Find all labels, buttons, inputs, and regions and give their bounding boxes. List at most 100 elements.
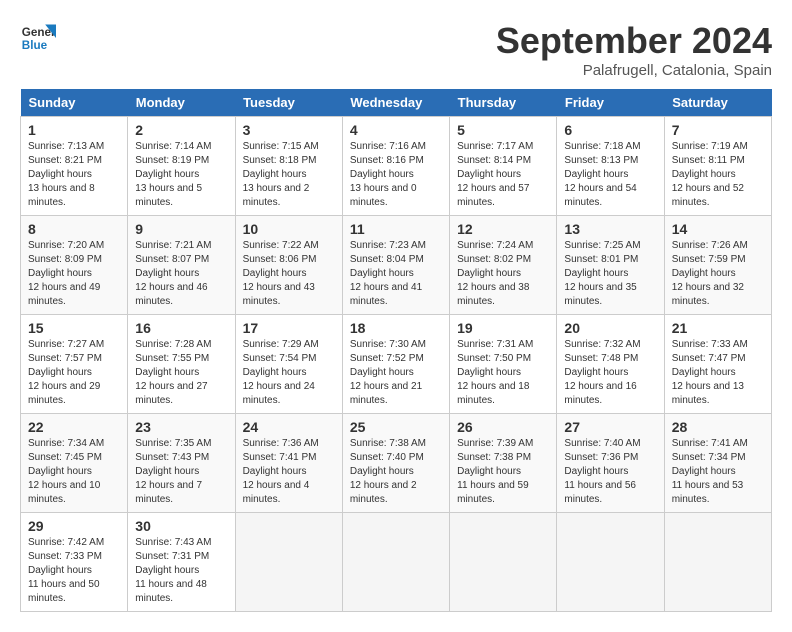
day-number: 20 [564, 320, 656, 336]
day-number: 5 [457, 122, 549, 138]
day-number: 27 [564, 419, 656, 435]
day-number: 30 [135, 518, 227, 534]
calendar-cell: 5 Sunrise: 7:17 AM Sunset: 8:14 PM Dayli… [450, 117, 557, 216]
day-number: 24 [243, 419, 335, 435]
weekday-header-sunday: Sunday [21, 89, 128, 117]
day-number: 14 [672, 221, 764, 237]
day-number: 7 [672, 122, 764, 138]
day-info: Sunrise: 7:33 AM Sunset: 7:47 PM Dayligh… [672, 338, 764, 408]
calendar-cell: 3 Sunrise: 7:15 AM Sunset: 8:18 PM Dayli… [235, 117, 342, 216]
calendar-cell: 7 Sunrise: 7:19 AM Sunset: 8:11 PM Dayli… [664, 117, 771, 216]
weekday-header-thursday: Thursday [450, 89, 557, 117]
day-info: Sunrise: 7:22 AM Sunset: 8:06 PM Dayligh… [243, 239, 335, 309]
calendar-cell: 21 Sunrise: 7:33 AM Sunset: 7:47 PM Dayl… [664, 315, 771, 414]
day-info: Sunrise: 7:35 AM Sunset: 7:43 PM Dayligh… [135, 437, 227, 507]
day-info: Sunrise: 7:26 AM Sunset: 7:59 PM Dayligh… [672, 239, 764, 309]
day-info: Sunrise: 7:25 AM Sunset: 8:01 PM Dayligh… [564, 239, 656, 309]
day-info: Sunrise: 7:31 AM Sunset: 7:50 PM Dayligh… [457, 338, 549, 408]
day-number: 3 [243, 122, 335, 138]
calendar-cell: 8 Sunrise: 7:20 AM Sunset: 8:09 PM Dayli… [21, 216, 128, 315]
calendar-week-3: 15 Sunrise: 7:27 AM Sunset: 7:57 PM Dayl… [21, 315, 772, 414]
title-block: September 2024 Palafrugell, Catalonia, S… [496, 20, 772, 79]
calendar-cell: 1 Sunrise: 7:13 AM Sunset: 8:21 PM Dayli… [21, 117, 128, 216]
day-number: 18 [350, 320, 442, 336]
day-number: 17 [243, 320, 335, 336]
day-info: Sunrise: 7:41 AM Sunset: 7:34 PM Dayligh… [672, 437, 764, 507]
day-number: 10 [243, 221, 335, 237]
day-info: Sunrise: 7:20 AM Sunset: 8:09 PM Dayligh… [28, 239, 120, 309]
day-info: Sunrise: 7:21 AM Sunset: 8:07 PM Dayligh… [135, 239, 227, 309]
day-info: Sunrise: 7:18 AM Sunset: 8:13 PM Dayligh… [564, 140, 656, 210]
calendar-week-2: 8 Sunrise: 7:20 AM Sunset: 8:09 PM Dayli… [21, 216, 772, 315]
calendar-cell [235, 513, 342, 612]
day-number: 12 [457, 221, 549, 237]
day-info: Sunrise: 7:40 AM Sunset: 7:36 PM Dayligh… [564, 437, 656, 507]
month-title: September 2024 [496, 20, 772, 62]
day-info: Sunrise: 7:13 AM Sunset: 8:21 PM Dayligh… [28, 140, 120, 210]
day-number: 8 [28, 221, 120, 237]
day-number: 2 [135, 122, 227, 138]
calendar-cell [664, 513, 771, 612]
calendar-week-4: 22 Sunrise: 7:34 AM Sunset: 7:45 PM Dayl… [21, 414, 772, 513]
day-number: 22 [28, 419, 120, 435]
calendar-cell: 24 Sunrise: 7:36 AM Sunset: 7:41 PM Dayl… [235, 414, 342, 513]
calendar-cell [557, 513, 664, 612]
day-info: Sunrise: 7:32 AM Sunset: 7:48 PM Dayligh… [564, 338, 656, 408]
day-number: 21 [672, 320, 764, 336]
logo: General Blue [20, 20, 56, 56]
calendar-cell: 18 Sunrise: 7:30 AM Sunset: 7:52 PM Dayl… [342, 315, 449, 414]
day-info: Sunrise: 7:24 AM Sunset: 8:02 PM Dayligh… [457, 239, 549, 309]
day-info: Sunrise: 7:43 AM Sunset: 7:31 PM Dayligh… [135, 536, 227, 606]
calendar-cell: 25 Sunrise: 7:38 AM Sunset: 7:40 PM Dayl… [342, 414, 449, 513]
day-info: Sunrise: 7:39 AM Sunset: 7:38 PM Dayligh… [457, 437, 549, 507]
day-number: 4 [350, 122, 442, 138]
calendar-cell: 22 Sunrise: 7:34 AM Sunset: 7:45 PM Dayl… [21, 414, 128, 513]
day-info: Sunrise: 7:27 AM Sunset: 7:57 PM Dayligh… [28, 338, 120, 408]
day-number: 23 [135, 419, 227, 435]
day-info: Sunrise: 7:23 AM Sunset: 8:04 PM Dayligh… [350, 239, 442, 309]
calendar-cell: 27 Sunrise: 7:40 AM Sunset: 7:36 PM Dayl… [557, 414, 664, 513]
day-number: 13 [564, 221, 656, 237]
day-number: 29 [28, 518, 120, 534]
calendar-cell: 13 Sunrise: 7:25 AM Sunset: 8:01 PM Dayl… [557, 216, 664, 315]
calendar-cell: 10 Sunrise: 7:22 AM Sunset: 8:06 PM Dayl… [235, 216, 342, 315]
weekday-header-friday: Friday [557, 89, 664, 117]
day-number: 6 [564, 122, 656, 138]
day-number: 16 [135, 320, 227, 336]
day-info: Sunrise: 7:34 AM Sunset: 7:45 PM Dayligh… [28, 437, 120, 507]
page-header: General Blue September 2024 Palafrugell,… [20, 20, 772, 79]
day-info: Sunrise: 7:42 AM Sunset: 7:33 PM Dayligh… [28, 536, 120, 606]
logo-icon: General Blue [20, 20, 56, 56]
day-info: Sunrise: 7:15 AM Sunset: 8:18 PM Dayligh… [243, 140, 335, 210]
day-number: 9 [135, 221, 227, 237]
location: Palafrugell, Catalonia, Spain [496, 62, 772, 79]
calendar-cell: 20 Sunrise: 7:32 AM Sunset: 7:48 PM Dayl… [557, 315, 664, 414]
day-info: Sunrise: 7:36 AM Sunset: 7:41 PM Dayligh… [243, 437, 335, 507]
calendar-cell: 12 Sunrise: 7:24 AM Sunset: 8:02 PM Dayl… [450, 216, 557, 315]
day-number: 26 [457, 419, 549, 435]
day-info: Sunrise: 7:19 AM Sunset: 8:11 PM Dayligh… [672, 140, 764, 210]
day-info: Sunrise: 7:38 AM Sunset: 7:40 PM Dayligh… [350, 437, 442, 507]
calendar-cell: 6 Sunrise: 7:18 AM Sunset: 8:13 PM Dayli… [557, 117, 664, 216]
day-info: Sunrise: 7:30 AM Sunset: 7:52 PM Dayligh… [350, 338, 442, 408]
calendar-week-1: 1 Sunrise: 7:13 AM Sunset: 8:21 PM Dayli… [21, 117, 772, 216]
day-number: 19 [457, 320, 549, 336]
calendar-week-5: 29 Sunrise: 7:42 AM Sunset: 7:33 PM Dayl… [21, 513, 772, 612]
calendar-cell: 15 Sunrise: 7:27 AM Sunset: 7:57 PM Dayl… [21, 315, 128, 414]
weekday-header-tuesday: Tuesday [235, 89, 342, 117]
weekday-header-monday: Monday [128, 89, 235, 117]
calendar-cell: 23 Sunrise: 7:35 AM Sunset: 7:43 PM Dayl… [128, 414, 235, 513]
calendar-cell [342, 513, 449, 612]
calendar-cell: 19 Sunrise: 7:31 AM Sunset: 7:50 PM Dayl… [450, 315, 557, 414]
calendar-cell [450, 513, 557, 612]
day-info: Sunrise: 7:16 AM Sunset: 8:16 PM Dayligh… [350, 140, 442, 210]
calendar-cell: 30 Sunrise: 7:43 AM Sunset: 7:31 PM Dayl… [128, 513, 235, 612]
day-number: 11 [350, 221, 442, 237]
calendar-cell: 9 Sunrise: 7:21 AM Sunset: 8:07 PM Dayli… [128, 216, 235, 315]
calendar-cell: 28 Sunrise: 7:41 AM Sunset: 7:34 PM Dayl… [664, 414, 771, 513]
day-number: 15 [28, 320, 120, 336]
weekday-header-wednesday: Wednesday [342, 89, 449, 117]
svg-text:Blue: Blue [22, 39, 48, 52]
calendar-cell: 29 Sunrise: 7:42 AM Sunset: 7:33 PM Dayl… [21, 513, 128, 612]
weekday-header-row: SundayMondayTuesdayWednesdayThursdayFrid… [21, 89, 772, 117]
